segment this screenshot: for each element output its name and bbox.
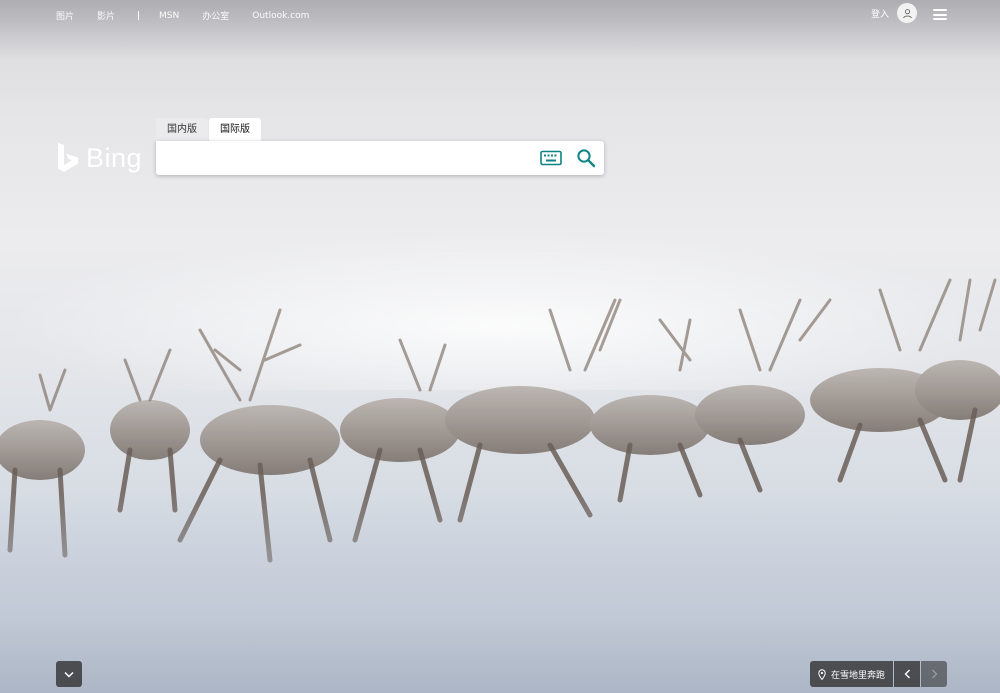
tab-international[interactable]: 国际版 xyxy=(209,118,261,142)
tab-china[interactable]: 国内版 xyxy=(156,118,208,142)
chevron-right-icon xyxy=(931,669,937,679)
image-caption-button[interactable]: 在雪地里奔跑 xyxy=(809,661,893,687)
search-box xyxy=(156,141,604,175)
scroll-down-button[interactable] xyxy=(56,661,82,687)
hamburger-menu-icon[interactable] xyxy=(933,9,947,20)
bing-b-icon xyxy=(58,143,78,172)
nav-links: 图片 影片 MSN 办公室 Outlook.com xyxy=(56,9,332,23)
next-image-button[interactable] xyxy=(921,661,947,687)
nav-divider xyxy=(138,11,140,20)
person-icon[interactable] xyxy=(897,3,917,23)
keyboard-icon[interactable] xyxy=(540,150,562,166)
search-icon[interactable] xyxy=(576,148,596,168)
chevron-left-icon xyxy=(904,669,910,679)
search-input[interactable] xyxy=(166,148,530,170)
image-caption-text: 在雪地里奔跑 xyxy=(830,670,885,681)
account-area: 登入 xyxy=(871,3,917,23)
logo-text: Bing xyxy=(86,142,143,173)
bing-logo[interactable]: Bing xyxy=(56,142,142,174)
signin-link[interactable]: 登入 xyxy=(871,7,889,20)
previous-image-button[interactable] xyxy=(894,661,920,687)
nav-link-videos[interactable]: 影片 xyxy=(97,9,115,22)
background-image xyxy=(0,0,1000,693)
image-info-bar: 在雪地里奔跑 xyxy=(809,661,947,687)
top-navigation: 图片 影片 MSN 办公室 Outlook.com 登入 xyxy=(0,0,1000,28)
chevron-down-icon xyxy=(64,671,74,678)
location-pin-icon xyxy=(818,668,826,680)
nav-link-outlook[interactable]: Outlook.com xyxy=(252,11,309,21)
nav-link-office[interactable]: 办公室 xyxy=(202,9,229,22)
nav-link-msn[interactable]: MSN xyxy=(159,11,179,21)
search-tabs: 国内版 国际版 xyxy=(156,118,262,142)
nav-link-images[interactable]: 图片 xyxy=(56,9,74,22)
